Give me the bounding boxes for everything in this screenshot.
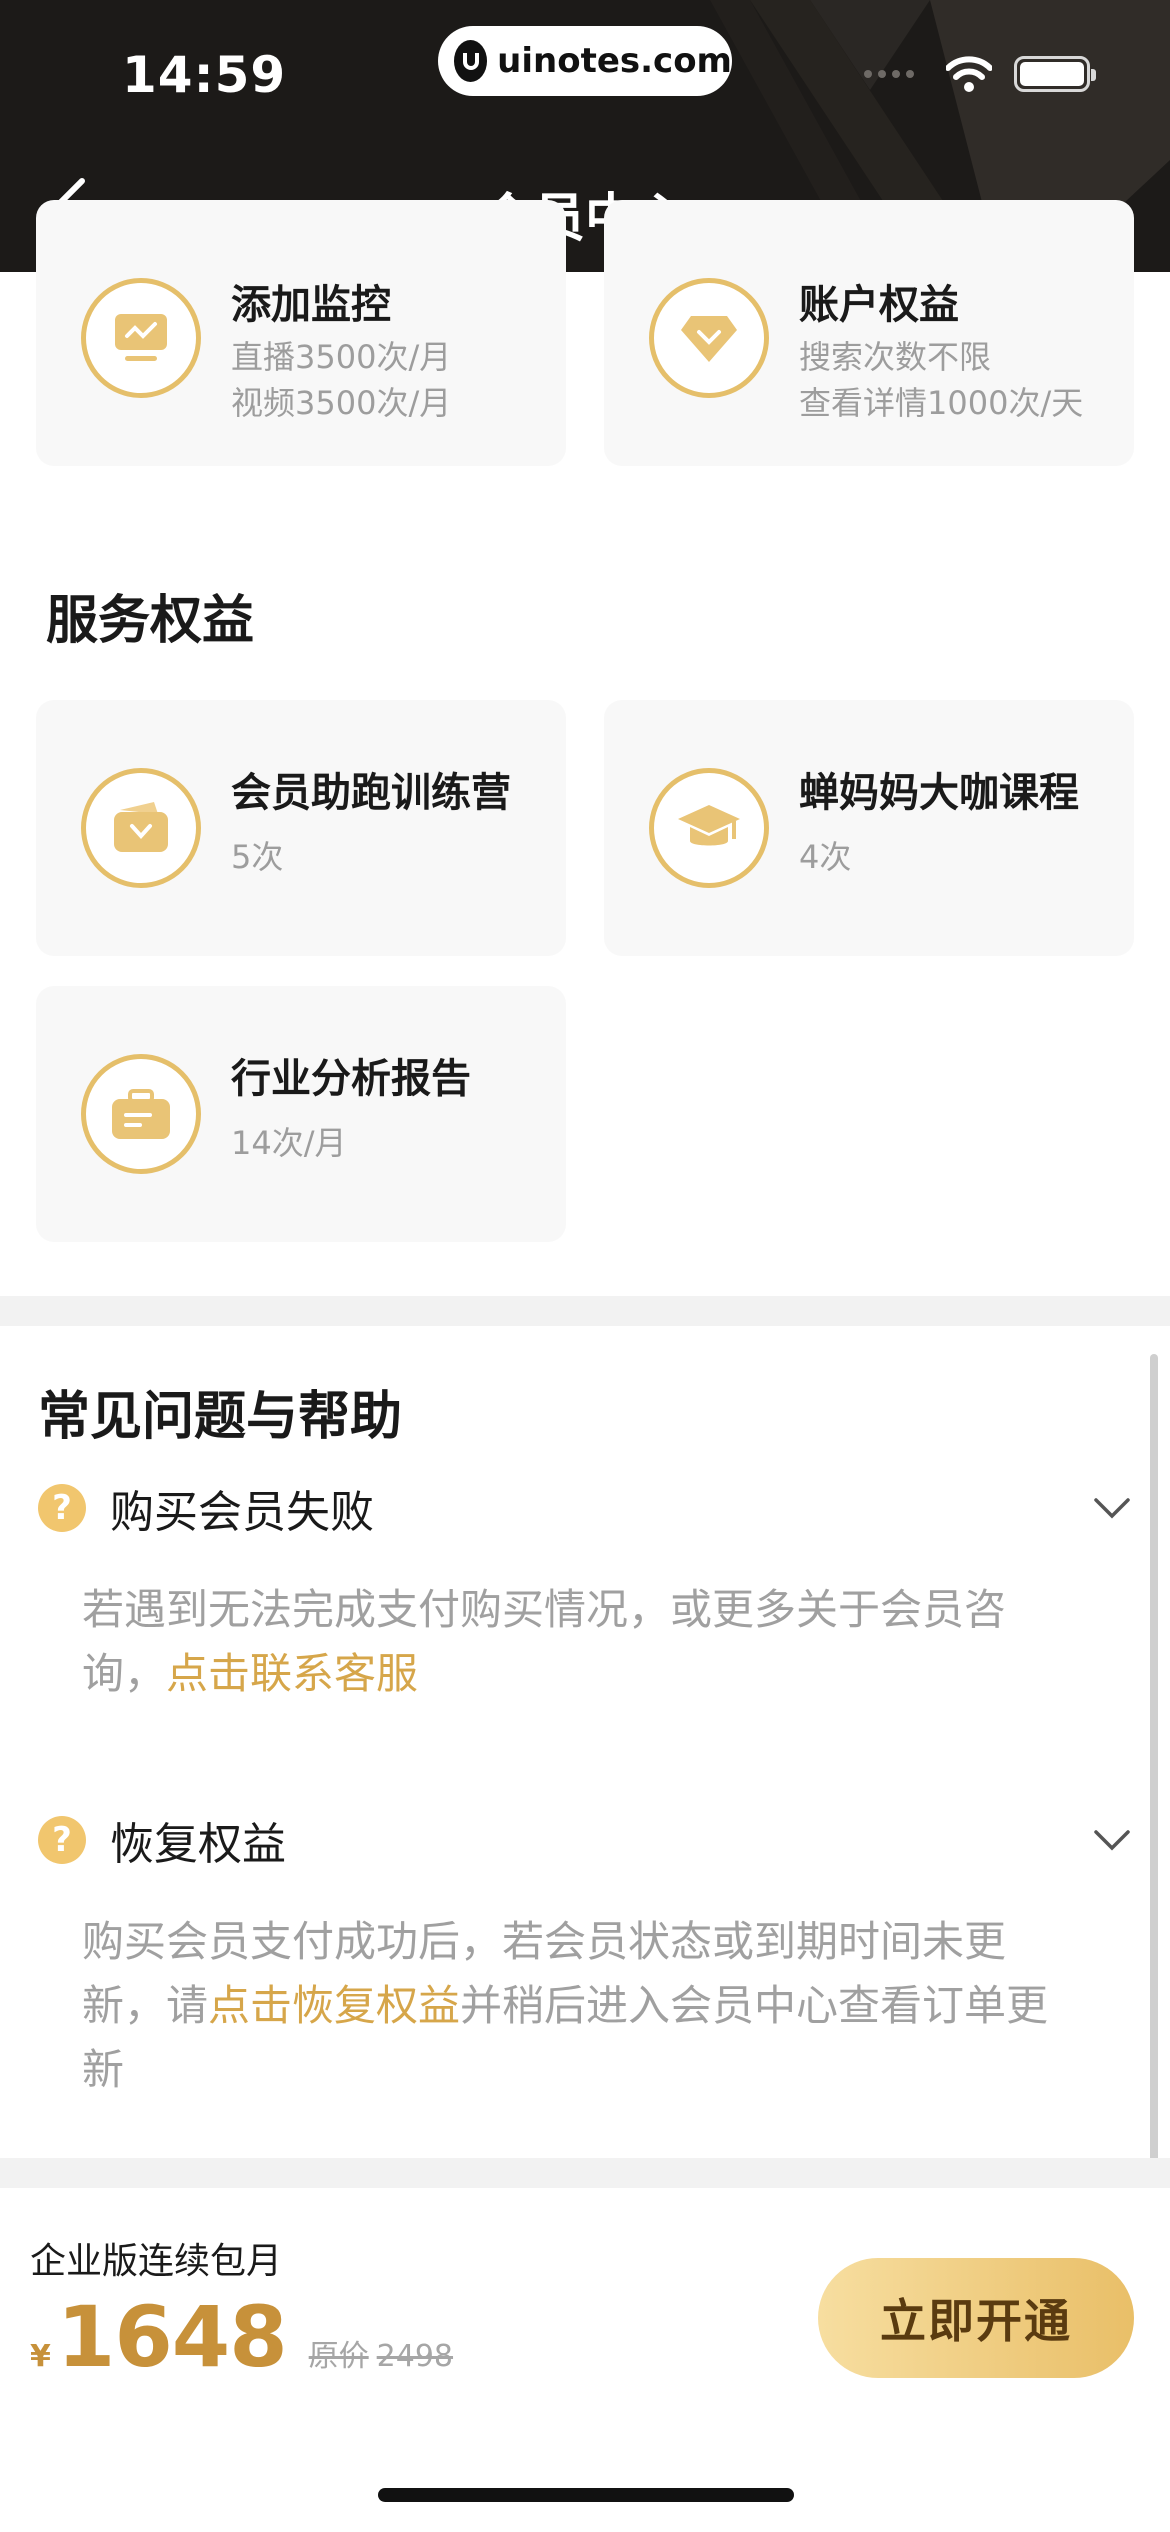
chevron-down-icon <box>1094 1830 1130 1851</box>
service-card-bootcamp[interactable]: 会员助跑训练营 5次 <box>36 700 566 956</box>
restore-benefits-link[interactable]: 点击恢复权益 <box>208 1981 460 2030</box>
faq-title: 常见问题与帮助 <box>38 1387 403 1447</box>
url-text: uinotes.com <box>497 41 732 81</box>
monitor-icon <box>81 278 201 398</box>
wifi-icon <box>946 56 992 92</box>
card-title: 添加监控 <box>231 282 391 328</box>
price-row: ¥ 1648 原价 2498 <box>30 2288 453 2386</box>
contact-service-link[interactable]: 点击联系客服 <box>166 1649 418 1698</box>
card-title: 行业分析报告 <box>231 1056 471 1102</box>
graduation-cap-icon <box>649 768 769 888</box>
url-pill: uinotes.com <box>438 26 732 96</box>
card-title: 蝉妈妈大咖课程 <box>799 770 1079 816</box>
faq-question-restore[interactable]: ? 恢复权益 <box>38 1808 1132 1872</box>
section-divider <box>0 2158 1170 2188</box>
card-line: 查看详情1000次/天 <box>799 384 1084 422</box>
uinotes-logo-icon <box>454 40 488 82</box>
card-count: 4次 <box>799 838 852 876</box>
signal-icon <box>864 70 920 78</box>
battery-icon <box>1014 56 1096 92</box>
card-line: 搜索次数不限 <box>799 338 992 376</box>
faq-answer: 购买会员支付成功后，若会员状态或到期时间未更新，请点击恢复权益并稍后进入会员中心… <box>82 1910 1062 2102</box>
services-title: 服务权益 <box>46 591 255 651</box>
card-line: 视频3500次/月 <box>231 384 452 422</box>
faq-question-text: 恢复权益 <box>110 1819 286 1870</box>
currency-symbol: ¥ <box>30 2339 51 2374</box>
home-indicator <box>378 2488 794 2502</box>
service-card-course[interactable]: 蝉妈妈大咖课程 4次 <box>604 700 1134 956</box>
faq-question-purchase-fail[interactable]: ? 购买会员失败 <box>38 1476 1132 1540</box>
plan-name: 企业版连续包月 <box>30 2241 283 2282</box>
chevron-down-icon <box>1094 1498 1130 1519</box>
card-title: 会员助跑训练营 <box>231 770 511 816</box>
question-icon: ? <box>38 1816 86 1864</box>
faq-question-text: 购买会员失败 <box>110 1487 374 1538</box>
original-price-label: 原价 <box>308 2339 369 2374</box>
subscribe-button[interactable]: 立即开通 <box>818 2258 1134 2378</box>
faq-answer: 若遇到无法完成支付购买情况，或更多关于会员咨询，点击联系客服 <box>82 1578 1062 1706</box>
benefit-card-account[interactable]: 账户权益 搜索次数不限 查看详情1000次/天 <box>604 200 1134 466</box>
question-icon: ? <box>38 1484 86 1532</box>
price: 1648 <box>56 2288 288 2386</box>
diamond-icon <box>649 278 769 398</box>
card-line: 直播3500次/月 <box>231 338 452 376</box>
card-title: 账户权益 <box>799 282 959 328</box>
scrollbar[interactable] <box>1150 1354 1158 2188</box>
service-card-report[interactable]: 行业分析报告 14次/月 <box>36 986 566 1242</box>
card-count: 5次 <box>231 838 284 876</box>
purchase-bar: 企业版连续包月 ¥ 1648 原价 2498 立即开通 <box>0 2188 1170 2532</box>
wallet-icon <box>81 768 201 888</box>
section-divider <box>0 1296 1170 1326</box>
benefit-card-monitor[interactable]: 添加监控 直播3500次/月 视频3500次/月 <box>36 200 566 466</box>
status-icons <box>864 56 1096 92</box>
briefcase-icon <box>81 1054 201 1174</box>
card-count: 14次/月 <box>231 1124 347 1162</box>
status-time: 14:59 <box>122 46 287 104</box>
original-price: 2498 <box>376 2339 454 2374</box>
